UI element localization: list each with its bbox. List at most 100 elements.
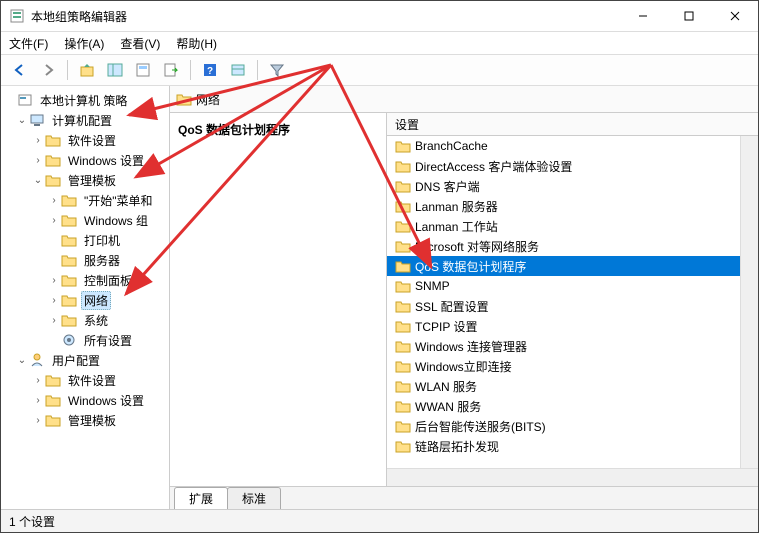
folder-icon bbox=[395, 238, 411, 254]
tree-item[interactable]: ›软件设置 bbox=[1, 130, 169, 150]
collapse-icon[interactable]: ⌄ bbox=[15, 355, 29, 366]
properties-button[interactable] bbox=[130, 57, 156, 83]
tree-admin-templates[interactable]: ⌄管理模板 bbox=[1, 170, 169, 190]
list-item[interactable]: DNS 客户端 bbox=[387, 176, 740, 196]
tree-pane[interactable]: 本地计算机 策略 ⌄ 计算机配置 ›软件设置 ›Windows 设置 ⌄管理模板… bbox=[1, 86, 170, 509]
tree-user-config[interactable]: ⌄用户配置 bbox=[1, 350, 169, 370]
expand-icon[interactable]: › bbox=[31, 155, 45, 166]
expand-icon[interactable]: › bbox=[47, 315, 61, 326]
forward-button[interactable] bbox=[35, 57, 61, 83]
window: 本地组策略编辑器 文件(F) 操作(A) 查看(V) 帮助(H) ? bbox=[0, 0, 759, 533]
list-item[interactable]: Windows立即连接 bbox=[387, 356, 740, 376]
list-item-label: DirectAccess 客户端体验设置 bbox=[415, 158, 572, 175]
list-item[interactable]: Microsoft 对等网络服务 bbox=[387, 236, 740, 256]
expand-icon[interactable]: › bbox=[31, 375, 45, 386]
list-item-label: 后台智能传送服务(BITS) bbox=[415, 418, 546, 435]
folder-icon bbox=[45, 152, 61, 168]
menu-file[interactable]: 文件(F) bbox=[9, 35, 48, 52]
folder-icon bbox=[45, 412, 61, 428]
list-item-label: Windows立即连接 bbox=[415, 358, 512, 375]
tree-item[interactable]: ›软件设置 bbox=[1, 370, 169, 390]
tree-item[interactable]: ›"开始"菜单和 bbox=[1, 190, 169, 210]
list-item[interactable]: QoS 数据包计划程序 bbox=[387, 256, 740, 276]
list-item[interactable]: Lanman 工作站 bbox=[387, 216, 740, 236]
list-item-label: Lanman 服务器 bbox=[415, 198, 498, 215]
expand-icon[interactable]: › bbox=[31, 395, 45, 406]
list-item-label: SSL 配置设置 bbox=[415, 298, 489, 315]
expand-icon[interactable]: › bbox=[31, 135, 45, 146]
tabs: 扩展 标准 bbox=[170, 486, 758, 509]
tree-network[interactable]: ›网络 bbox=[1, 290, 169, 310]
folder-icon bbox=[395, 438, 411, 454]
folder-icon bbox=[61, 232, 77, 248]
list-item[interactable]: 链路层拓扑发现 bbox=[387, 436, 740, 456]
expand-icon[interactable]: › bbox=[31, 415, 45, 426]
folder-icon bbox=[61, 212, 77, 228]
refresh-button[interactable] bbox=[225, 57, 251, 83]
folder-icon bbox=[61, 192, 77, 208]
tab-standard[interactable]: 标准 bbox=[227, 487, 281, 509]
body: 本地计算机 策略 ⌄ 计算机配置 ›软件设置 ›Windows 设置 ⌄管理模板… bbox=[1, 86, 758, 509]
expand-icon[interactable]: › bbox=[47, 215, 61, 226]
expand-icon[interactable]: › bbox=[47, 195, 61, 206]
vertical-scrollbar[interactable] bbox=[740, 136, 758, 468]
up-button[interactable] bbox=[74, 57, 100, 83]
folder-icon bbox=[395, 178, 411, 194]
folder-icon bbox=[395, 218, 411, 234]
folder-icon bbox=[395, 358, 411, 374]
tree-item[interactable]: ›管理模板 bbox=[1, 410, 169, 430]
detail-pane: QoS 数据包计划程序 bbox=[170, 113, 387, 486]
list-item[interactable]: SSL 配置设置 bbox=[387, 296, 740, 316]
tree-item[interactable]: ›Windows 设置 bbox=[1, 150, 169, 170]
menu-view[interactable]: 查看(V) bbox=[120, 35, 160, 52]
list-item[interactable]: BranchCache bbox=[387, 136, 740, 156]
filter-button[interactable] bbox=[264, 57, 290, 83]
list-header-label: 设置 bbox=[395, 116, 419, 133]
expand-icon[interactable]: › bbox=[47, 295, 61, 306]
folder-icon bbox=[61, 252, 77, 268]
list-item-label: SNMP bbox=[415, 279, 450, 293]
path-label: 网络 bbox=[196, 91, 220, 108]
tree-root[interactable]: 本地计算机 策略 bbox=[1, 90, 169, 110]
list-header[interactable]: 设置 bbox=[387, 113, 758, 136]
tree-item[interactable]: 服务器 bbox=[1, 250, 169, 270]
folder-icon bbox=[395, 258, 411, 274]
list-item[interactable]: WWAN 服务 bbox=[387, 396, 740, 416]
expand-icon[interactable]: › bbox=[47, 275, 61, 286]
list-item-label: TCPIP 设置 bbox=[415, 318, 477, 335]
list-item[interactable]: SNMP bbox=[387, 276, 740, 296]
horizontal-scrollbar[interactable] bbox=[387, 468, 758, 486]
collapse-icon[interactable]: ⌄ bbox=[31, 175, 45, 186]
maximize-button[interactable] bbox=[666, 1, 712, 31]
folder-icon bbox=[45, 132, 61, 148]
collapse-icon[interactable]: ⌄ bbox=[15, 115, 29, 126]
toolbar-separator bbox=[67, 60, 68, 80]
user-icon bbox=[29, 352, 45, 368]
tree-item[interactable]: ›Windows 组 bbox=[1, 210, 169, 230]
tree-item[interactable]: ›控制面板 bbox=[1, 270, 169, 290]
menu-action[interactable]: 操作(A) bbox=[64, 35, 104, 52]
tree-item[interactable]: 所有设置 bbox=[1, 330, 169, 350]
close-button[interactable] bbox=[712, 1, 758, 31]
list-item[interactable]: 后台智能传送服务(BITS) bbox=[387, 416, 740, 436]
tree-item[interactable]: 打印机 bbox=[1, 230, 169, 250]
show-hide-tree-button[interactable] bbox=[102, 57, 128, 83]
minimize-button[interactable] bbox=[620, 1, 666, 31]
back-button[interactable] bbox=[7, 57, 33, 83]
menu-help[interactable]: 帮助(H) bbox=[176, 35, 217, 52]
list-item[interactable]: TCPIP 设置 bbox=[387, 316, 740, 336]
list-item[interactable]: WLAN 服务 bbox=[387, 376, 740, 396]
list-item-label: WLAN 服务 bbox=[415, 378, 477, 395]
export-button[interactable] bbox=[158, 57, 184, 83]
tree-item[interactable]: ›系统 bbox=[1, 310, 169, 330]
tree-computer-config[interactable]: ⌄ 计算机配置 bbox=[1, 110, 169, 130]
tree-item[interactable]: ›Windows 设置 bbox=[1, 390, 169, 410]
help-button[interactable]: ? bbox=[197, 57, 223, 83]
folder-icon bbox=[395, 138, 411, 154]
tab-extended[interactable]: 扩展 bbox=[174, 487, 228, 509]
list-item-label: Microsoft 对等网络服务 bbox=[415, 238, 539, 255]
list-item[interactable]: Lanman 服务器 bbox=[387, 196, 740, 216]
list[interactable]: BranchCache DirectAccess 客户端体验设置DNS 客户端 La… bbox=[387, 136, 740, 468]
list-item[interactable]: Windows 连接管理器 bbox=[387, 336, 740, 356]
list-item[interactable]: DirectAccess 客户端体验设置 bbox=[387, 156, 740, 176]
